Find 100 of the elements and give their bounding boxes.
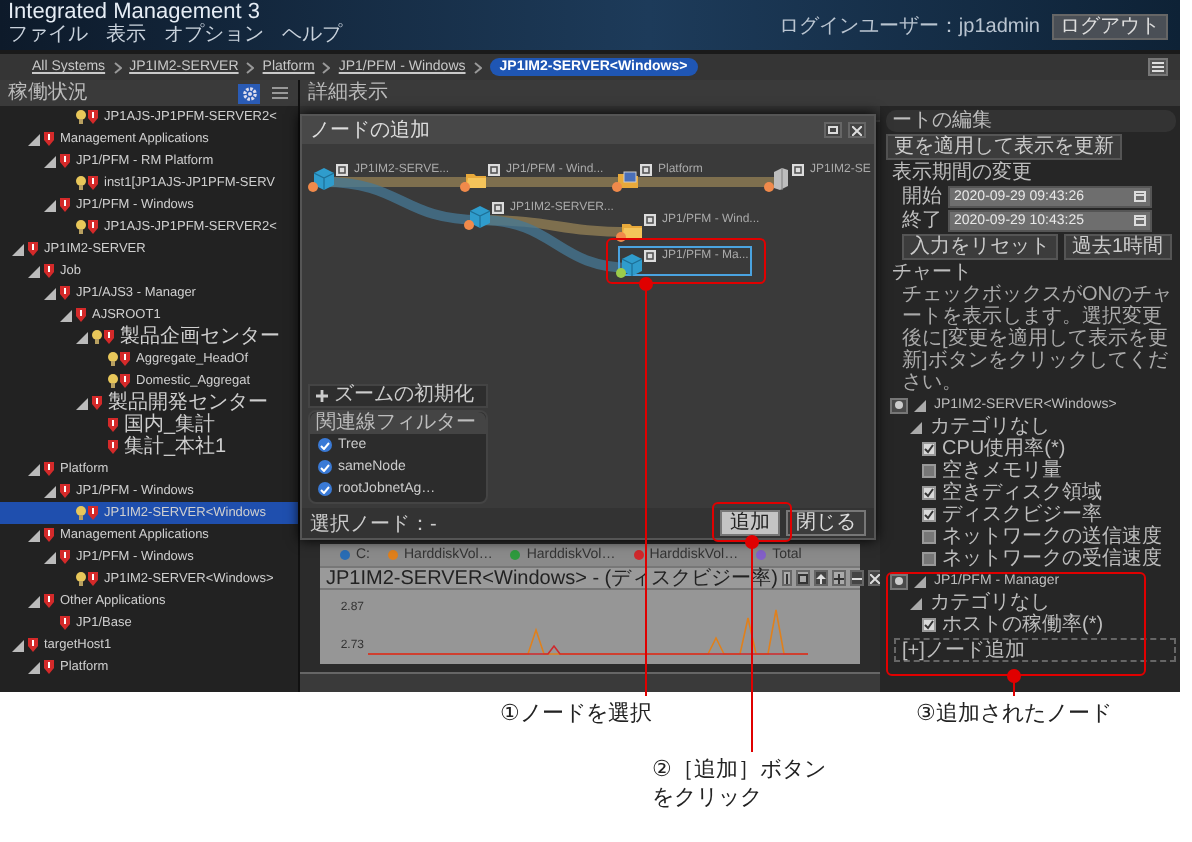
- expanded-triangle-icon[interactable]: [28, 595, 40, 607]
- alert-icon: [44, 462, 54, 476]
- tree-item[interactable]: 製品開発センター: [0, 392, 298, 414]
- category-label: カテゴリなし: [930, 416, 1050, 438]
- copy-icon[interactable]: [795, 570, 810, 586]
- metric-label: 空きメモリ量: [942, 460, 1062, 482]
- expanded-triangle-icon[interactable]: [910, 597, 922, 609]
- alert-icon: [92, 396, 102, 410]
- field-label: 開始: [902, 185, 942, 207]
- alert-icon: [60, 286, 70, 300]
- section-title: 表示期間の変更: [890, 162, 1034, 184]
- scrollbar[interactable]: [300, 672, 880, 692]
- expanded-triangle-icon[interactable]: [914, 399, 926, 411]
- tree-item[interactable]: 製品企画センター: [0, 326, 298, 348]
- close-icon[interactable]: [867, 570, 882, 586]
- calendar-icon[interactable]: [1134, 190, 1146, 202]
- chevron-icon: [473, 61, 482, 73]
- expanded-triangle-icon[interactable]: [910, 421, 922, 433]
- pin-icon[interactable]: [813, 570, 828, 586]
- expanded-triangle-icon[interactable]: [44, 551, 56, 563]
- folder-icon: [466, 168, 486, 190]
- last-hour-button[interactable]: 過去1時間: [1064, 234, 1172, 260]
- square-icon[interactable]: [336, 164, 348, 176]
- square-icon[interactable]: [492, 202, 504, 214]
- expanded-triangle-icon[interactable]: [28, 265, 40, 277]
- dialog-title: ノードの追加: [310, 117, 430, 144]
- toggle-button[interactable]: [890, 397, 908, 413]
- expanded-triangle-icon[interactable]: [12, 243, 24, 255]
- expanded-triangle-icon[interactable]: [44, 199, 56, 211]
- expanded-triangle-icon[interactable]: [44, 485, 56, 497]
- gear-icon[interactable]: [238, 83, 260, 103]
- alert-icon: [60, 550, 70, 564]
- checkbox[interactable]: [922, 618, 936, 632]
- menu-item[interactable]: ヘルプ: [282, 24, 342, 46]
- metric-label: ネットワークの送信速度: [942, 526, 1162, 548]
- square-icon[interactable]: [488, 164, 500, 176]
- expanded-triangle-icon[interactable]: [44, 155, 56, 167]
- alert-icon: [88, 572, 98, 586]
- move-icon[interactable]: [831, 570, 846, 586]
- expanded-triangle-icon[interactable]: [76, 331, 88, 343]
- leader-line: [1007, 669, 1021, 697]
- square-icon[interactable]: [792, 164, 804, 176]
- expanded-triangle-icon[interactable]: [28, 133, 40, 145]
- checkbox[interactable]: [922, 508, 936, 522]
- expanded-triangle-icon[interactable]: [28, 463, 40, 475]
- add-node-link[interactable]: [+]ノード追加: [894, 638, 1176, 662]
- expanded-triangle-icon[interactable]: [28, 661, 40, 673]
- info-icon[interactable]: [781, 570, 792, 586]
- app-title: Integrated Management 3: [8, 0, 262, 24]
- category-label: カテゴリなし: [930, 592, 1050, 614]
- expanded-triangle-icon[interactable]: [44, 287, 56, 299]
- alert-icon: [104, 330, 114, 344]
- close-icon[interactable]: [848, 122, 866, 138]
- alert-icon: [60, 616, 70, 630]
- zoom-reset-button[interactable]: ズームの初期化: [308, 384, 488, 408]
- chevron-icon: [113, 61, 122, 73]
- menu-item[interactable]: 表示: [106, 24, 146, 46]
- filter-title: 関連線フィルター: [316, 412, 476, 434]
- alert-icon: [44, 594, 54, 608]
- expanded-triangle-icon[interactable]: [76, 397, 88, 409]
- alert-icon: [60, 154, 70, 168]
- logout-button[interactable]: ログアウト: [1052, 13, 1168, 39]
- tree-label: 製品開発センター: [108, 392, 268, 414]
- menu-item[interactable]: オプション: [164, 24, 264, 46]
- expanded-triangle-icon[interactable]: [12, 639, 24, 651]
- callout-text: ③追加されたノード: [916, 700, 1112, 728]
- square-icon[interactable]: [640, 164, 652, 176]
- alert-icon: [88, 506, 98, 520]
- expanded-triangle-icon[interactable]: [914, 575, 926, 587]
- checkbox[interactable]: [922, 464, 936, 478]
- chevron-icon: [246, 61, 255, 73]
- alert-icon: [88, 220, 98, 234]
- tree-item[interactable]: 国内_集計: [0, 414, 298, 436]
- calendar-icon[interactable]: [1134, 214, 1146, 226]
- alert-icon: [44, 528, 54, 542]
- tree-label: 国内_集計: [124, 414, 216, 436]
- checkbox[interactable]: [922, 442, 936, 456]
- square-icon[interactable]: [644, 250, 656, 262]
- field-label: 終了: [902, 209, 942, 231]
- list-icon[interactable]: [268, 83, 290, 103]
- expanded-triangle-icon[interactable]: [28, 529, 40, 541]
- expanded-triangle-icon[interactable]: [60, 309, 72, 321]
- add-button[interactable]: 追加: [720, 510, 780, 536]
- alert-icon: [76, 308, 86, 322]
- alert-icon: [44, 660, 54, 674]
- alert-icon: [120, 352, 130, 366]
- square-icon[interactable]: [644, 214, 656, 226]
- menu-item[interactable]: ファイル: [8, 24, 88, 46]
- reset-button[interactable]: 入力をリセット: [902, 234, 1058, 260]
- minimize-icon[interactable]: [849, 570, 864, 586]
- monitor-folder-icon: [618, 168, 638, 190]
- apply-button[interactable]: 更を適用して表示を更新: [886, 134, 1122, 160]
- close-button[interactable]: 閉じる: [786, 510, 866, 536]
- maximize-icon[interactable]: [824, 122, 842, 138]
- alert-icon: [60, 198, 70, 212]
- menu-button[interactable]: [1148, 58, 1168, 76]
- checkbox[interactable]: [922, 486, 936, 500]
- checkbox[interactable]: [922, 530, 936, 544]
- checkbox[interactable]: [922, 552, 936, 566]
- tree-item[interactable]: 集計_本社1: [0, 436, 298, 458]
